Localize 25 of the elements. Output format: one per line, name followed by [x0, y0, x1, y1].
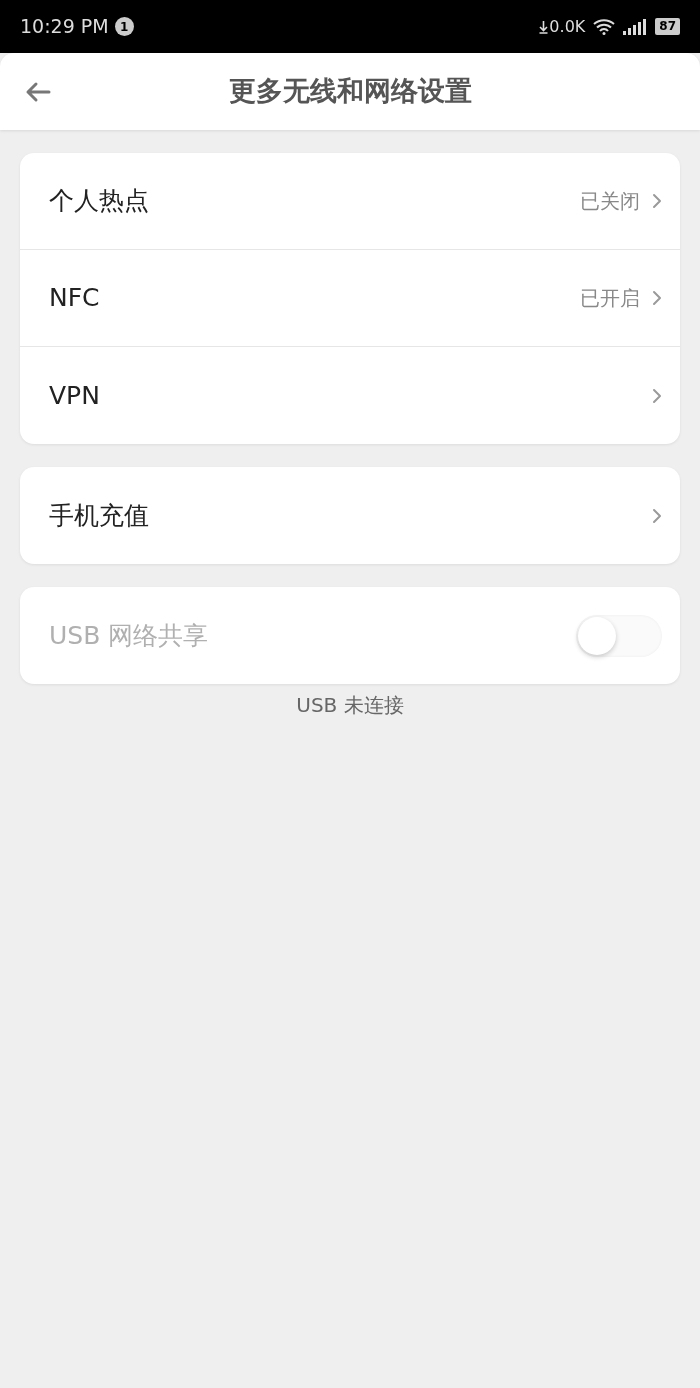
- clock-time: 10:29 PM: [20, 14, 109, 40]
- net-speed: 0.0K: [549, 15, 586, 38]
- page-title: 更多无线和网络设置: [228, 74, 472, 109]
- row-value: 已开启: [580, 285, 640, 312]
- settings-row[interactable]: 个人热点 已关闭: [20, 153, 680, 250]
- row-label: 个人热点: [49, 185, 150, 218]
- chevron-icon: [652, 290, 662, 306]
- signal-icon: [623, 18, 648, 35]
- row-value: 已关闭: [580, 188, 640, 215]
- wifi-icon: [593, 18, 616, 35]
- notification-count: 1: [114, 17, 134, 36]
- settings-row[interactable]: VPN: [20, 347, 680, 444]
- row-label: VPN: [49, 379, 101, 412]
- battery-level: 87: [655, 18, 680, 35]
- chevron-icon: [652, 193, 662, 209]
- chevron-icon: [652, 507, 662, 524]
- footnote: USB 未连接: [295, 692, 405, 719]
- settings-row[interactable]: NFC 已开启: [20, 250, 680, 347]
- settings-row[interactable]: 手机充值: [20, 467, 680, 564]
- download-icon: [539, 19, 549, 34]
- row-label: NFC: [49, 282, 101, 315]
- row-label: USB 网络共享: [49, 619, 210, 652]
- back-arrow-icon: [25, 80, 51, 103]
- row-label: 手机充值: [49, 499, 150, 532]
- chevron-icon: [652, 387, 662, 404]
